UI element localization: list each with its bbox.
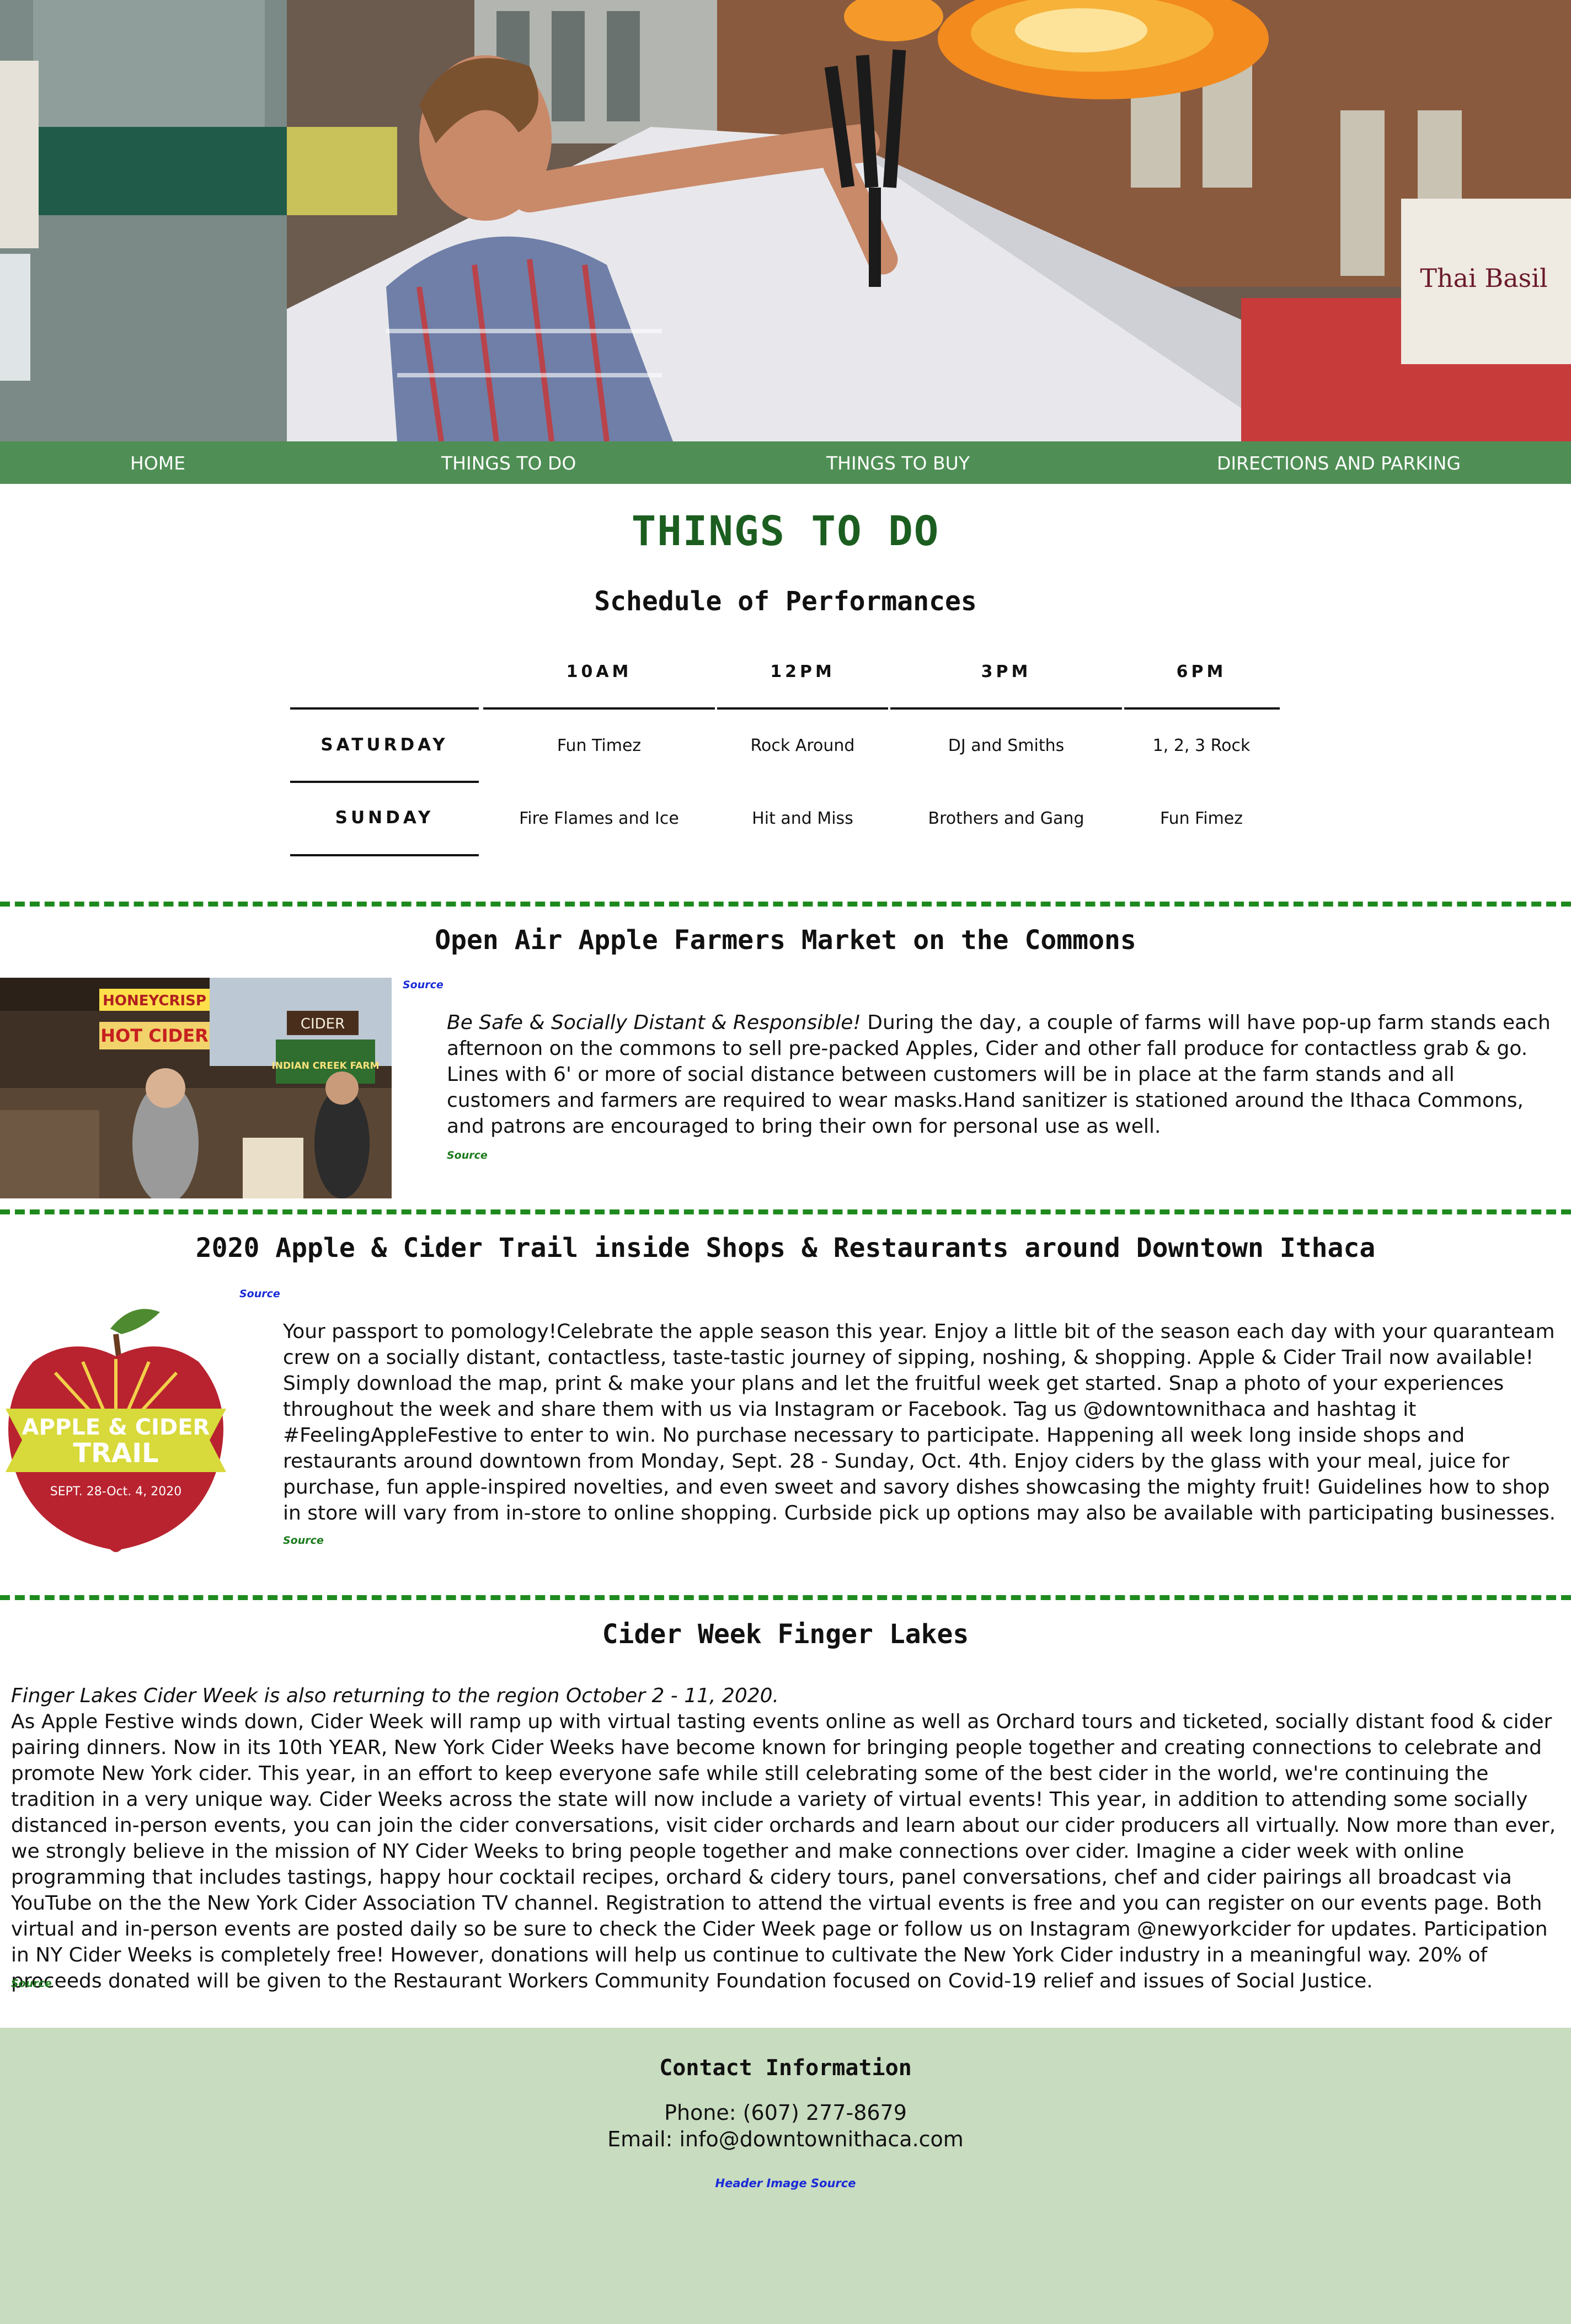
column-header-6pm: 6PM	[1176, 662, 1227, 681]
contact-title: Contact Information	[659, 2055, 912, 2081]
farmers-market-photo: HONEYCRISP HOT CIDER CIDER INDIAN CREEK …	[0, 978, 392, 1198]
nav-item-directions-and-parking[interactable]: DIRECTIONS AND PARKING	[1217, 452, 1461, 474]
cider-week-text: As Apple Festive winds down, Cider Week …	[11, 1710, 1556, 1992]
table-cell: Rock Around	[750, 736, 855, 755]
market-section-title: Open Air Apple Farmers Market on the Com…	[435, 925, 1136, 956]
column-header-3pm: 3PM	[981, 662, 1032, 681]
section-divider	[0, 902, 1571, 907]
trail-text-source-link[interactable]: Source	[283, 1534, 324, 1547]
nav-item-home[interactable]: HOME	[130, 452, 185, 474]
schedule-title: Schedule of Performances	[594, 586, 977, 617]
main-nav: HOME THINGS TO DO THINGS TO BUY DIRECTIO…	[0, 441, 1571, 484]
market-lead: Be Safe & Socially Distant & Responsible…	[447, 1011, 861, 1034]
row-header-saturday: SATURDAY	[320, 735, 448, 755]
contact-email: Email: info@downtownithaca.com	[607, 2127, 964, 2151]
contact-footer: Contact Information Phone: (607) 277-867…	[0, 2028, 1571, 2324]
section-divider	[0, 1209, 1571, 1214]
thai-basil-sign: Thai Basil	[1420, 263, 1547, 293]
contact-phone: Phone: (607) 277-8679	[664, 2101, 907, 2125]
trail-description: Your passport to pomology!Celebrate the …	[283, 1320, 1556, 1525]
market-image-source-link[interactable]: Source	[403, 979, 443, 991]
table-rule	[717, 707, 888, 710]
apple-cider-trail-logo: APPLE & CIDER TRAIL SEPT. 28-Oct. 4, 202…	[6, 1309, 226, 1552]
row-header-sunday: SUNDAY	[335, 808, 434, 828]
nav-item-things-to-buy[interactable]: THINGS TO BUY	[826, 452, 970, 474]
indian-creek-farm-sign: INDIAN CREEK FARM	[271, 1060, 379, 1072]
header-image: Thai Basil	[0, 0, 1571, 441]
table-rule	[290, 781, 479, 783]
market-text-source-link[interactable]: Source	[447, 1149, 488, 1161]
table-rule	[890, 707, 1122, 710]
cider-week-source-link[interactable]: Source	[11, 1977, 52, 1990]
hot-cider-sign: HOT CIDER	[100, 1025, 208, 1046]
page-title: THINGS TO DO	[631, 508, 940, 555]
trail-image-source-link[interactable]: Source	[239, 1288, 280, 1300]
fire-performer-photo: Thai Basil	[0, 0, 1571, 441]
table-cell: Fire Flames and Ice	[519, 809, 679, 828]
table-cell: Hit and Miss	[752, 809, 853, 828]
table-cell: Fun Fimez	[1159, 809, 1243, 828]
table-cell: Brothers and Gang	[928, 809, 1084, 828]
logo-line-2: TRAIL	[73, 1438, 158, 1469]
trail-section-title: 2020 Apple & Cider Trail inside Shops & …	[195, 1233, 1376, 1264]
table-rule	[1124, 707, 1280, 710]
table-rule	[483, 707, 715, 710]
logo-dates: SEPT. 28-Oct. 4, 2020	[50, 1485, 182, 1499]
market-description: Be Safe & Socially Distant & Responsible…	[447, 1010, 1561, 1139]
table-cell: DJ and Smiths	[948, 736, 1065, 755]
table-cell: Fun Timez	[557, 736, 642, 755]
cider-week-section-title: Cider Week Finger Lakes	[602, 1619, 969, 1650]
nav-item-things-to-do[interactable]: THINGS TO DO	[441, 452, 576, 474]
column-header-12pm: 12PM	[770, 662, 835, 681]
table-cell: 1, 2, 3 Rock	[1152, 736, 1251, 755]
logo-line-1: APPLE & CIDER	[22, 1415, 210, 1440]
section-divider	[0, 1595, 1571, 1600]
column-header-10am: 10AM	[566, 662, 632, 681]
table-rule	[290, 707, 479, 710]
cider-week-description: Finger Lakes Cider Week is also returnin…	[11, 1683, 1561, 1994]
cider-sign: CIDER	[301, 1016, 345, 1032]
header-image-source-link[interactable]: Header Image Source	[0, 2177, 1571, 2190]
cider-week-lead: Finger Lakes Cider Week is also returnin…	[11, 1685, 779, 1707]
honeycrisp-sign: HONEYCRISP	[103, 993, 206, 1009]
table-rule	[290, 854, 479, 856]
